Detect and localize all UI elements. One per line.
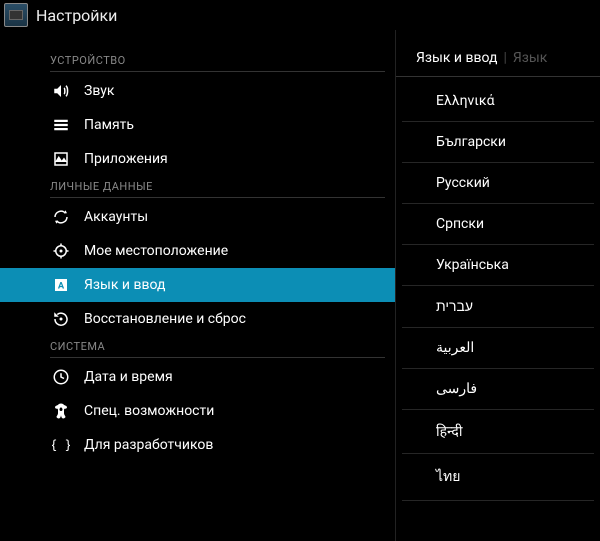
nav-item-label: Восстановление и сброс	[84, 311, 246, 327]
breadcrumb-separator: |	[503, 50, 506, 66]
top-bar: Настройки	[0, 0, 600, 30]
nav-item-label: Приложения	[84, 151, 168, 167]
language-option[interactable]: ไทย	[402, 454, 594, 501]
detail-header: Язык и ввод | Язык	[396, 50, 600, 77]
apps-icon	[50, 150, 72, 168]
sync-icon	[50, 208, 72, 226]
nav-item-label: Язык и ввод	[84, 277, 165, 293]
language-option[interactable]: العربية	[402, 328, 594, 369]
breadcrumb-current: Язык	[513, 50, 547, 66]
nav-item-apps[interactable]: Приложения	[0, 142, 395, 176]
language-option[interactable]: עברית	[402, 286, 594, 328]
language-list: ΕλληνικάБългарскиРусскийСрпскиУкраїнська…	[396, 81, 600, 501]
nav-item-restore[interactable]: Восстановление и сброс	[0, 302, 395, 336]
main-content: УСТРОЙСТВО Звук Память Приложения ЛИЧНЫЕ ДАН…	[0, 30, 600, 541]
developer-icon: { }	[50, 436, 72, 454]
detail-pane: Язык и ввод | Язык ΕλληνικάБългарскиРусс…	[395, 30, 600, 541]
nav-item-location[interactable]: Мое местоположение	[0, 234, 395, 268]
section-header: УСТРОЙСТВО	[50, 50, 385, 72]
language-icon: A	[50, 277, 72, 293]
clock-icon	[50, 368, 72, 386]
section-header: СИСТЕМА	[50, 336, 385, 358]
nav-item-label: Память	[84, 117, 134, 133]
nav-item-label: Для разработчиков	[84, 437, 213, 453]
nav-item-volume[interactable]: Звук	[0, 74, 395, 108]
volume-icon	[50, 82, 72, 100]
detail-title: Язык и ввод	[416, 50, 497, 66]
nav-item-clock[interactable]: Дата и время	[0, 360, 395, 394]
language-option[interactable]: Српски	[402, 204, 594, 245]
nav-item-developer[interactable]: { } Для разработчиков	[0, 428, 395, 462]
language-option[interactable]: हिन्दी	[402, 410, 594, 454]
nav-item-language[interactable]: A Язык и ввод	[0, 268, 395, 302]
nav-item-sync[interactable]: Аккаунты	[0, 200, 395, 234]
nav-item-label: Аккаунты	[84, 209, 148, 225]
svg-text:A: A	[58, 280, 65, 291]
nav-item-label: Мое местоположение	[84, 243, 228, 259]
language-option[interactable]: Русский	[402, 163, 594, 204]
nav-item-label: Дата и время	[84, 369, 173, 385]
nav-item-storage[interactable]: Память	[0, 108, 395, 142]
restore-icon	[50, 310, 72, 328]
app-title: Настройки	[36, 6, 117, 25]
settings-nav: УСТРОЙСТВО Звук Память Приложения ЛИЧНЫЕ ДАН…	[0, 30, 395, 541]
location-icon	[50, 242, 72, 260]
svg-text:{ }: { }	[52, 438, 70, 452]
language-option[interactable]: Ελληνικά	[402, 81, 594, 122]
nav-item-accessibility[interactable]: Спец. возможности	[0, 394, 395, 428]
language-option[interactable]: Українська	[402, 245, 594, 286]
nav-item-label: Спец. возможности	[84, 403, 214, 419]
nav-item-label: Звук	[84, 83, 114, 99]
section-header: ЛИЧНЫЕ ДАННЫЕ	[50, 176, 385, 198]
storage-icon	[50, 116, 72, 134]
language-option[interactable]: Български	[402, 122, 594, 163]
settings-app-icon[interactable]	[4, 3, 28, 27]
language-option[interactable]: فارسی	[402, 369, 594, 410]
accessibility-icon	[50, 402, 72, 420]
